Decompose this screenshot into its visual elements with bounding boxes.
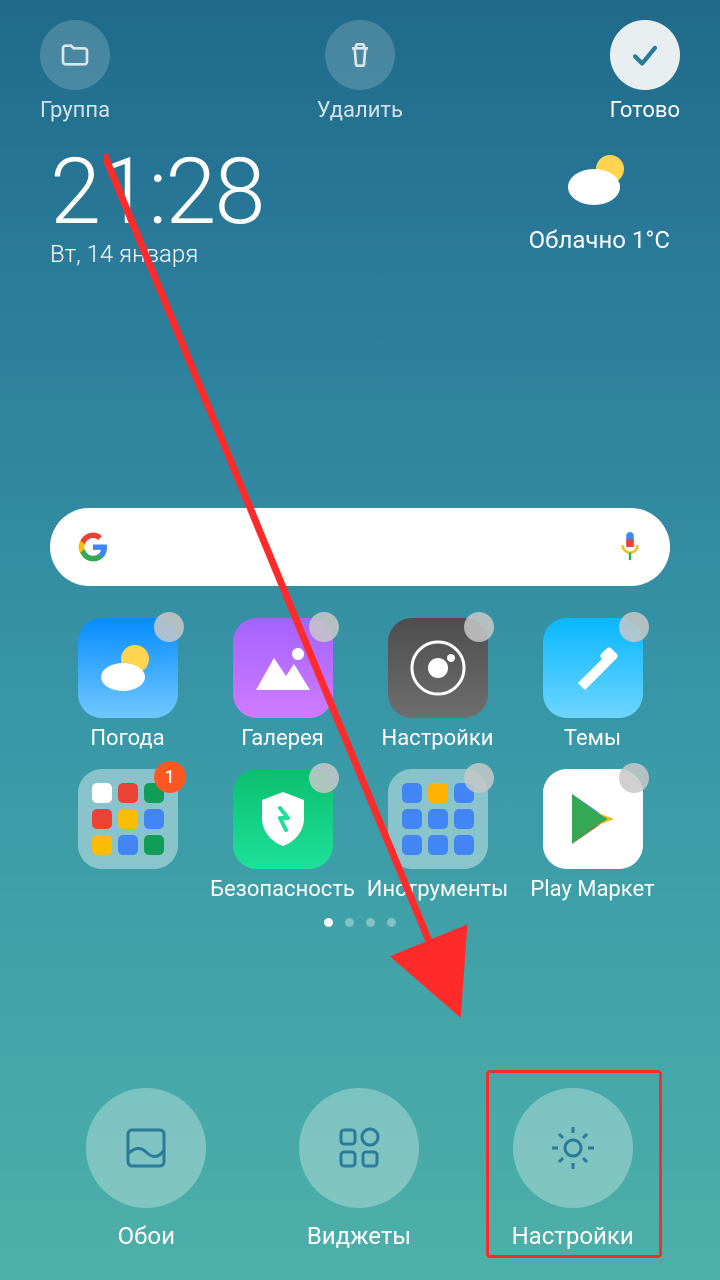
folder-icon (40, 20, 110, 90)
app-label: Галерея (241, 726, 323, 751)
weather-cloud-sun-icon (564, 151, 634, 220)
app-gallery[interactable]: Галерея (205, 618, 360, 751)
app-grid: Погода Галерея Настройки Темы 1 (50, 618, 670, 902)
security-app-icon (233, 769, 333, 869)
remove-dot-icon[interactable] (154, 612, 184, 642)
gear-icon (513, 1088, 633, 1208)
wallpaper-action[interactable]: Обои (86, 1088, 206, 1250)
remove-dot-icon[interactable] (464, 612, 494, 642)
clock-weather-widget[interactable]: 21:28 Вт, 14 января Облачно 1°C (0, 123, 720, 268)
search-input[interactable] (108, 535, 618, 559)
clock-widget: 21:28 Вт, 14 января (50, 139, 263, 268)
top-action-bar: Группа Удалить Готово (0, 0, 720, 123)
app-play-store[interactable]: Play Маркет (515, 769, 670, 902)
weather-desc: Облачно 1°C (529, 226, 670, 254)
app-tools-folder[interactable]: Инструменты (360, 769, 515, 902)
widgets-label: Виджеты (307, 1222, 411, 1250)
delete-action[interactable]: Удалить (317, 20, 403, 123)
settings-action[interactable]: Настройки (512, 1088, 634, 1250)
widgets-icon (299, 1088, 419, 1208)
weather-app-icon (78, 618, 178, 718)
group-action[interactable]: Группа (40, 20, 110, 123)
remove-dot-icon[interactable] (464, 763, 494, 793)
play-store-icon (543, 769, 643, 869)
remove-dot-icon[interactable] (309, 763, 339, 793)
app-themes[interactable]: Темы (515, 618, 670, 751)
app-label (125, 877, 130, 902)
app-security[interactable]: Безопасность (205, 769, 360, 902)
remove-dot-icon[interactable] (619, 612, 649, 642)
google-search-bar[interactable] (50, 508, 670, 586)
notification-badge: 1 (154, 761, 186, 793)
app-settings[interactable]: Настройки (360, 618, 515, 751)
app-label: Безопасность (210, 877, 355, 902)
app-label: Инструменты (367, 877, 508, 902)
tools-folder-icon (388, 769, 488, 869)
weather-widget: Облачно 1°C (529, 151, 670, 254)
settings-label: Настройки (512, 1222, 634, 1250)
google-folder-icon: 1 (78, 769, 178, 869)
done-label: Готово (610, 98, 680, 123)
app-label: Настройки (382, 726, 494, 751)
app-label: Погода (90, 726, 164, 751)
group-label: Группа (40, 98, 110, 123)
gallery-app-icon (233, 618, 333, 718)
clock-time: 21:28 (50, 139, 263, 246)
remove-dot-icon[interactable] (309, 612, 339, 642)
app-weather[interactable]: Погода (50, 618, 205, 751)
delete-label: Удалить (317, 98, 403, 123)
settings-app-icon (388, 618, 488, 718)
remove-dot-icon[interactable] (619, 763, 649, 793)
page-indicator (0, 918, 720, 927)
wallpaper-label: Обои (118, 1222, 175, 1250)
app-label: Темы (564, 726, 621, 751)
bottom-action-bar: Обои Виджеты Настройки (0, 1088, 720, 1250)
app-label: Play Маркет (530, 877, 654, 902)
wallpaper-icon (86, 1088, 206, 1208)
google-logo-icon (78, 532, 108, 562)
trash-icon (325, 20, 395, 90)
widgets-action[interactable]: Виджеты (299, 1088, 419, 1250)
app-google-folder[interactable]: 1 (50, 769, 205, 902)
checkmark-icon (610, 20, 680, 90)
themes-app-icon (543, 618, 643, 718)
mic-icon[interactable] (618, 532, 642, 562)
done-action[interactable]: Готово (610, 20, 680, 123)
